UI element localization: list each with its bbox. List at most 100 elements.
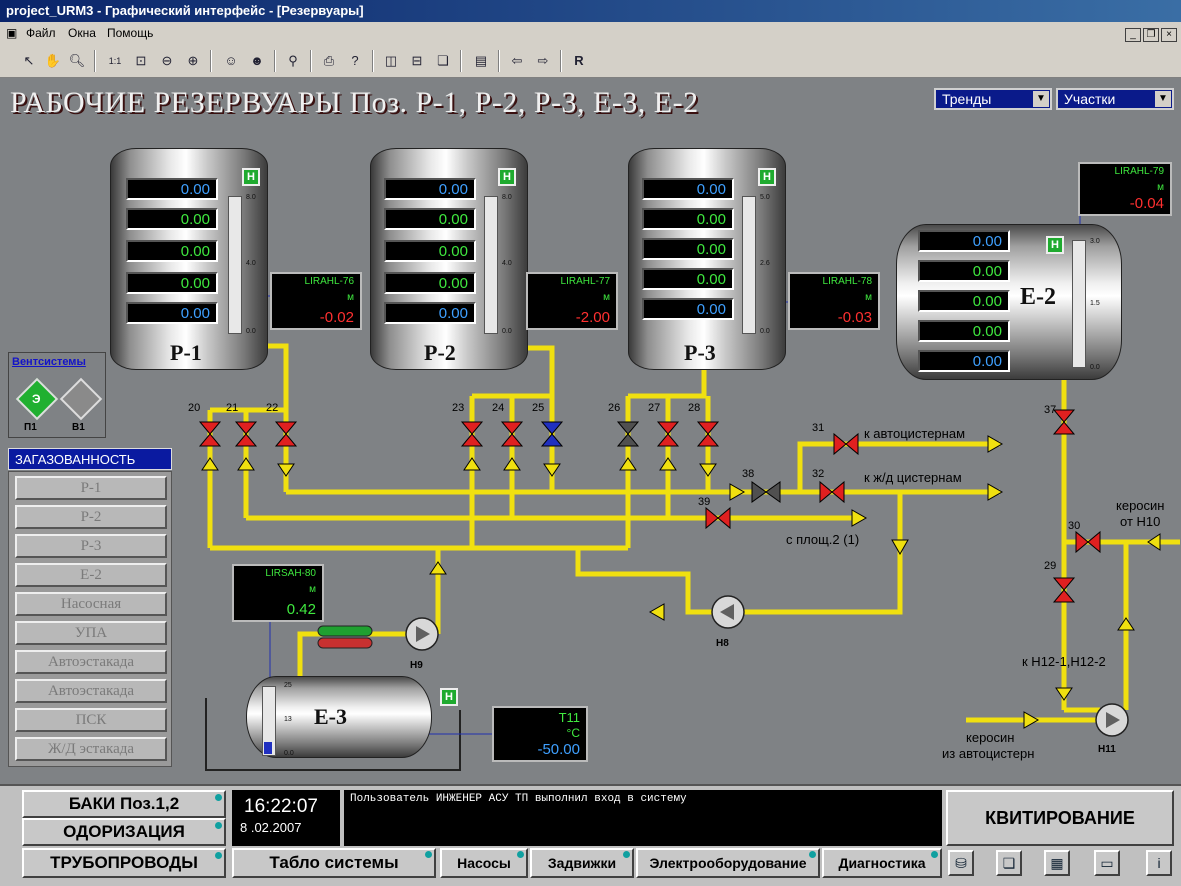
sections-combo[interactable]: Участки ▼ (1056, 88, 1174, 110)
tab-diagnostics[interactable]: Диагностика (822, 848, 942, 878)
p3-scale-min: 0.0 (760, 328, 770, 335)
user-logout-icon[interactable]: ☻ (246, 50, 268, 72)
e3-scale-mid: 13 (284, 716, 292, 723)
valve-28-label: 28 (688, 402, 701, 414)
windows-icon[interactable]: ❏ (996, 850, 1022, 876)
tile-horizontal-icon[interactable]: ⊟ (406, 50, 428, 72)
e2-scale-mid: 1.5 (1090, 300, 1100, 307)
p3-value-4: 0.00 (642, 268, 734, 290)
p2-level-indicator[interactable]: LIRAHL-77 м -2.00 (526, 272, 618, 330)
gas-item-pump-station[interactable]: Насосная (15, 592, 167, 616)
gas-item-psk[interactable]: ПСК (15, 708, 167, 732)
tab-valves-label: Задвижки (547, 855, 617, 871)
p2-mode-badge[interactable]: Н (498, 168, 516, 186)
gas-item-auto-rack-2[interactable]: Автоэстакада (15, 679, 167, 703)
gas-item-e2[interactable]: Е-2 (15, 563, 167, 587)
tab-system-board[interactable]: Табло системы (232, 848, 436, 878)
odorization-button[interactable]: ОДОРИЗАЦИЯ (22, 818, 226, 846)
cascade-icon[interactable]: ❏ (432, 50, 454, 72)
kerosene-n10-label-2: от Н10 (1120, 514, 1161, 529)
forward-arrow-icon[interactable]: ⇨ (532, 50, 554, 72)
p1-level-indicator[interactable]: LIRAHL-76 м -0.02 (270, 272, 362, 330)
info-icon[interactable]: i (1146, 850, 1172, 876)
user-login-icon[interactable]: ☺ (220, 50, 242, 72)
e2-mode-badge[interactable]: Н (1046, 236, 1064, 254)
valve-39-label: 39 (698, 496, 711, 508)
window-title: project_URM3 - Графический интерфейс - [… (6, 3, 364, 18)
message-text: Пользователь ИНЖЕНЕР АСУ ТП выполнил вхо… (350, 793, 687, 805)
p3-scale-mid: 2.6 (760, 260, 770, 267)
baki-button[interactable]: БАКИ Поз.1,2 (22, 790, 226, 818)
minimize-icon[interactable]: _ (1125, 28, 1141, 42)
e3-mode-badge[interactable]: Н (440, 688, 458, 706)
p2-level-scale (484, 196, 498, 334)
e2-value-1: 0.00 (918, 230, 1010, 252)
windows-list-icon[interactable]: ▤ (470, 50, 492, 72)
gas-item-p1[interactable]: Р-1 (15, 476, 167, 500)
restore-icon[interactable]: ❐ (1143, 28, 1159, 42)
menu-help[interactable]: Помощь (107, 26, 153, 40)
pipelines-label: ТРУБОПРОВОДЫ (50, 853, 198, 872)
p2-scale-mid: 4.0 (502, 260, 512, 267)
p3-lir-value: -0.03 (837, 309, 872, 326)
odorization-label: ОДОРИЗАЦИЯ (63, 822, 185, 841)
pipelines-button[interactable]: ТРУБОПРОВОДЫ (22, 848, 226, 878)
zoom-in-icon[interactable]: ⊕ (182, 50, 204, 72)
tile-vertical-icon[interactable]: ◫ (380, 50, 402, 72)
tab-electrical-label: Электрооборудование (649, 855, 807, 871)
app-menu-icon[interactable]: ▣ (6, 26, 17, 40)
chevron-down-icon[interactable]: ▼ (1155, 91, 1171, 107)
vent-systems-link[interactable]: Вентсистемы (12, 356, 86, 368)
e3-level-fill (264, 742, 272, 754)
e3-temperature-indicator[interactable]: T11 °C -50.00 (492, 706, 588, 762)
gas-item-p3[interactable]: Р-3 (15, 534, 167, 558)
menu-file[interactable]: Файл (26, 26, 56, 40)
chart-icon[interactable]: ▦ (1044, 850, 1070, 876)
p3-mode-badge[interactable]: Н (758, 168, 776, 186)
window-title-bar: project_URM3 - Графический интерфейс - [… (0, 0, 1181, 22)
trends-combo[interactable]: Тренды ▼ (934, 88, 1052, 110)
p3-lir-tag: LIRAHL-78 (822, 276, 872, 287)
e2-label: Е-2 (1020, 284, 1056, 310)
acknowledge-button[interactable]: КВИТИРОВАНИЕ (946, 790, 1174, 846)
valve-20-label: 20 (188, 402, 201, 414)
to-n12-label: к Н12-1,Н12-2 (1022, 654, 1106, 669)
gas-item-auto-rack-1[interactable]: Автоэстакада (15, 650, 167, 674)
e2-value-4: 0.00 (918, 320, 1010, 342)
gas-item-upa[interactable]: УПА (15, 621, 167, 645)
pump-h9-label: Н9 (410, 660, 423, 671)
zoom-out-icon[interactable]: ⊖ (156, 50, 178, 72)
gas-item-p2[interactable]: Р-2 (15, 505, 167, 529)
help-icon[interactable]: ? (344, 50, 366, 72)
p2-scale-min: 0.0 (502, 328, 512, 335)
pointer-icon[interactable]: ↖ (18, 50, 40, 72)
p3-level-indicator[interactable]: LIRAHL-78 м -0.03 (788, 272, 880, 330)
monitor-icon[interactable]: ▭ (1094, 850, 1120, 876)
tab-electrical[interactable]: Электрооборудование (636, 848, 820, 878)
p2-value-5: 0.00 (384, 302, 476, 324)
status-led-icon (215, 822, 222, 829)
p1-mode-badge[interactable]: Н (242, 168, 260, 186)
tab-pumps-label: Насосы (457, 855, 511, 871)
sections-combo-value: Участки (1064, 91, 1116, 107)
report-icon[interactable]: R (568, 50, 590, 72)
chevron-down-icon[interactable]: ▼ (1033, 91, 1049, 107)
gas-item-rail-rack[interactable]: Ж/Д эстакада (15, 737, 167, 761)
tab-pumps[interactable]: Насосы (440, 848, 528, 878)
zoom-icon[interactable]: 🔍︎ (66, 50, 88, 72)
close-icon[interactable]: × (1161, 28, 1177, 42)
mimic-panel: РАБОЧИЕ РЕЗЕРВУАРЫ Поз. Р-1, Р-2, Р-3, Е… (0, 78, 1181, 784)
status-led-icon (215, 794, 222, 801)
e2-level-indicator[interactable]: LIRAHL-79 м -0.04 (1078, 162, 1172, 216)
database-icon[interactable]: ⛁ (948, 850, 974, 876)
tab-valves[interactable]: Задвижки (530, 848, 634, 878)
valve-23-label: 23 (452, 402, 465, 414)
binoculars-icon[interactable]: ⚲ (282, 50, 304, 72)
zoom-1-1-icon[interactable]: 1:1 (104, 50, 126, 72)
menu-windows[interactable]: Окна (68, 26, 96, 40)
back-arrow-icon[interactable]: ⇦ (506, 50, 528, 72)
hand-icon[interactable]: ✋ (42, 50, 64, 72)
e3-level-indicator[interactable]: LIRSAH-80 м 0.42 (232, 564, 324, 622)
zoom-fit-icon[interactable]: ⊡ (130, 50, 152, 72)
print-icon[interactable]: ⎙ (318, 50, 340, 72)
